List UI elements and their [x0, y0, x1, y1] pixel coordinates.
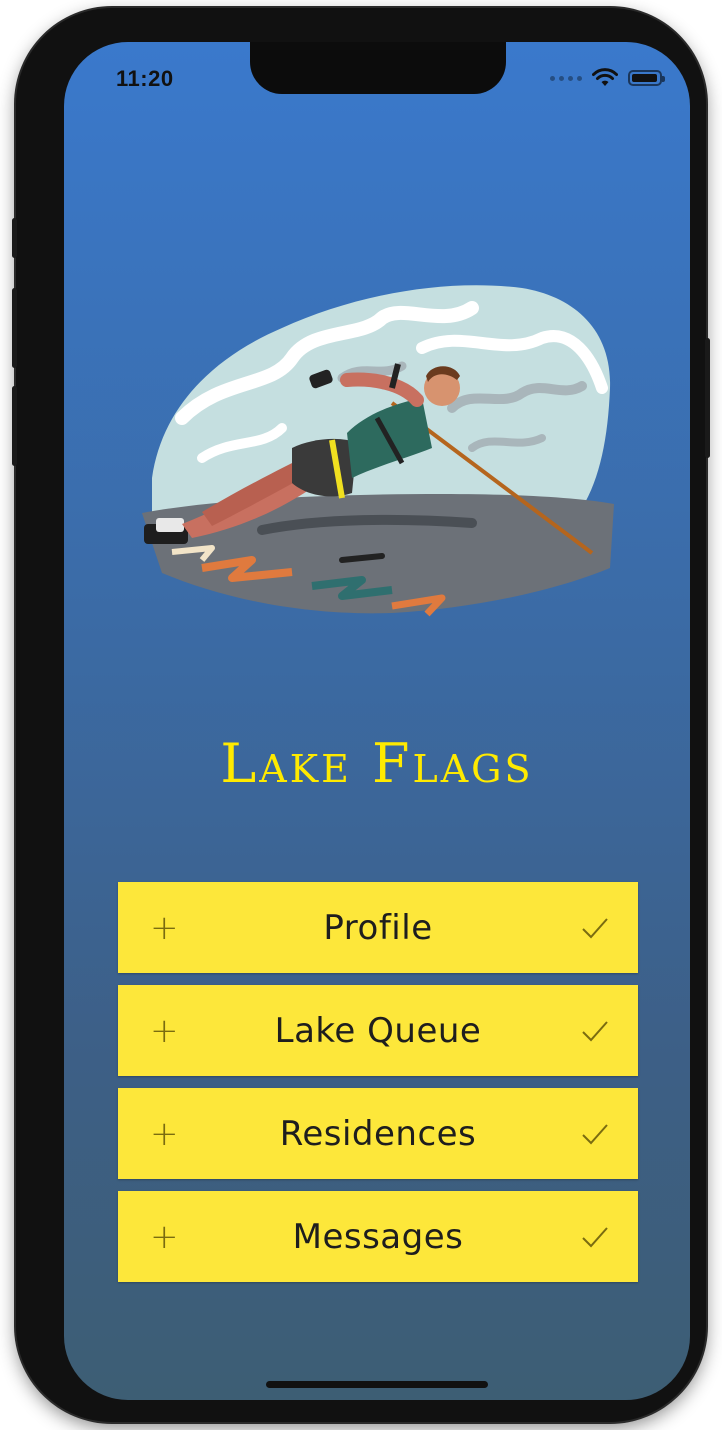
- signal-dots-icon: [550, 75, 582, 81]
- app-title: Lake Flags: [220, 732, 534, 795]
- menu-item-label: Lake Queue: [274, 1010, 482, 1051]
- phone-frame: 11:20 Lake Flags + Profile + Lake Queue …: [12, 8, 710, 1422]
- check-icon: [582, 917, 608, 938]
- app-screen: 11:20 Lake Flags + Profile + Lake Queue …: [64, 42, 690, 1400]
- menu-item-label: Profile: [323, 907, 433, 948]
- check-icon: [582, 1020, 608, 1041]
- side-button-volume-up: [12, 288, 17, 368]
- menu-item-profile[interactable]: + Profile: [118, 882, 638, 973]
- menu-item-lake-queue[interactable]: + Lake Queue: [118, 985, 638, 1076]
- side-button-mute: [12, 218, 17, 258]
- home-indicator[interactable]: [266, 1381, 488, 1388]
- check-icon: [582, 1226, 608, 1247]
- plus-icon[interactable]: +: [150, 1220, 179, 1254]
- status-icons: [550, 68, 665, 88]
- water-skier-illustration: [142, 285, 614, 617]
- wifi-icon: [592, 68, 618, 86]
- menu-item-messages[interactable]: + Messages: [118, 1191, 638, 1282]
- battery-icon: [628, 70, 665, 86]
- plus-icon[interactable]: +: [150, 1117, 179, 1151]
- check-icon: [582, 1123, 608, 1144]
- plus-icon[interactable]: +: [150, 911, 179, 945]
- status-time: 11:20: [116, 66, 174, 91]
- menu-item-label: Residences: [279, 1113, 477, 1154]
- side-button-power: [705, 338, 710, 458]
- plus-icon[interactable]: +: [150, 1014, 179, 1048]
- menu-item-label: Messages: [292, 1216, 464, 1257]
- side-button-volume-down: [12, 386, 17, 466]
- notch: [250, 42, 506, 94]
- main-menu: + Profile + Lake Queue + Residences + Me…: [118, 882, 638, 1294]
- menu-item-residences[interactable]: + Residences: [118, 1088, 638, 1179]
